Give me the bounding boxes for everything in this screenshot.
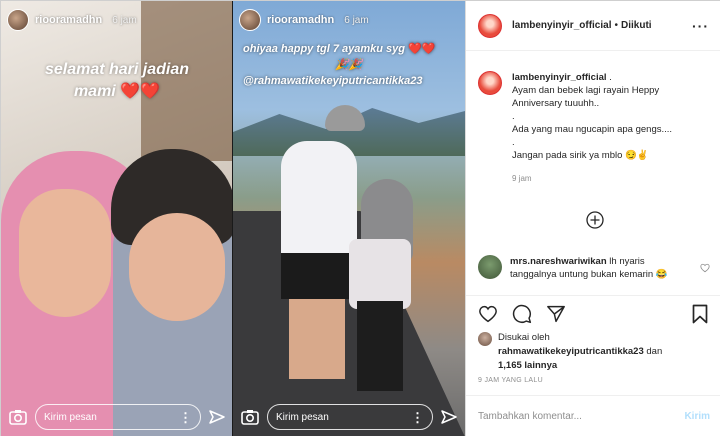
more-icon[interactable]: ⋮ xyxy=(179,411,192,424)
story-username[interactable]: riooramadhn xyxy=(267,14,334,26)
save-button[interactable] xyxy=(690,304,710,324)
send-icon xyxy=(441,410,457,424)
post-panel: lambenyinyir_official • Diikuti ··· lamb… xyxy=(465,1,720,436)
story-caption-line: selamat hari jadian xyxy=(44,61,190,78)
load-more-comments-button[interactable] xyxy=(586,211,604,229)
comment-icon xyxy=(512,304,532,323)
caption-first-line: lambenyinyir_official . xyxy=(512,71,672,84)
heart-icon xyxy=(700,263,710,273)
likes-user[interactable]: rahmawatikekeyiputricantikka23 xyxy=(498,346,644,357)
story-left[interactable]: riooramadhn 6 jam selamat hari jadian ma… xyxy=(1,1,233,436)
photo-woman-pants xyxy=(357,301,403,391)
avatar[interactable] xyxy=(478,255,502,279)
photo-man-shorts xyxy=(281,253,353,299)
comment-item: mrs.nareshwariwikan lh nyaris tanggalnya… xyxy=(478,255,710,289)
caption-line: Ayam dan bebek lagi rayain Heppy xyxy=(512,85,660,96)
caption-body: lambenyinyir_official . Ayam dan bebek l… xyxy=(512,71,672,185)
reply-input[interactable]: Kirim pesan ⋮ xyxy=(267,404,433,430)
caption-line: Ada yang mau ngucapin apa gengs.... xyxy=(512,124,673,135)
story-header: riooramadhn 6 jam xyxy=(7,9,137,31)
avatar[interactable] xyxy=(478,13,502,38)
caption-time: 9 jam xyxy=(512,174,532,183)
camera-button[interactable] xyxy=(239,406,261,428)
likes-count[interactable]: 1,165 lainnya xyxy=(498,360,557,371)
story-footer: Kirim pesan ⋮ xyxy=(1,403,233,431)
follow-button[interactable]: Diikuti xyxy=(621,20,652,31)
comment-button[interactable] xyxy=(512,304,532,324)
comment-username[interactable]: mrs.nareshwariwikan xyxy=(510,256,607,267)
avatar[interactable] xyxy=(478,71,502,95)
story-header: riooramadhn 6 jam xyxy=(239,9,369,31)
photo-man-hat xyxy=(325,105,365,131)
story-caption-text: mami xyxy=(73,83,116,100)
likes-summary: Disukai oleh rahmawatikekeyiputricantikk… xyxy=(478,331,710,373)
post-actions xyxy=(466,295,720,331)
post-username[interactable]: lambenyinyir_official xyxy=(512,20,611,31)
photo-woman-shirt xyxy=(349,239,411,309)
likes-and: dan xyxy=(646,346,663,357)
story-username[interactable]: riooramadhn xyxy=(35,14,102,26)
story-caption-line: ohiyaa happy tgl 7 ayamku syg ❤️❤️ xyxy=(243,41,435,57)
like-button[interactable] xyxy=(478,304,498,324)
story-time: 6 jam xyxy=(112,14,137,26)
photo-man-hoodie xyxy=(281,141,357,261)
share-button[interactable] xyxy=(546,304,566,324)
photo-person-face xyxy=(19,189,111,317)
plus-circle-icon xyxy=(586,211,604,229)
story-caption: selamat hari jadian mami ❤️❤️ xyxy=(1,59,233,103)
reply-placeholder: Kirim pesan xyxy=(44,411,97,423)
photo-person-face-2 xyxy=(129,213,225,321)
caption-line: . xyxy=(512,137,515,148)
caption-line: . xyxy=(512,111,515,122)
camera-button[interactable] xyxy=(7,406,29,428)
camera-icon xyxy=(241,410,259,425)
caption-line: Jangan pada sirik ya mblo 😏✌️ xyxy=(512,150,649,161)
reply-placeholder: Kirim pesan xyxy=(276,411,329,423)
separator-dot: • xyxy=(614,20,618,31)
bookmark-icon xyxy=(692,304,708,323)
post-caption: lambenyinyir_official . Ayam dan bebek l… xyxy=(466,51,720,185)
likes-text: Disukai oleh rahmawatikekeyiputricantikk… xyxy=(498,331,662,373)
photo-man-legs xyxy=(289,299,345,379)
avatar[interactable] xyxy=(7,9,29,31)
post-comment-button[interactable]: Kirim xyxy=(684,411,710,422)
comment-text: mrs.nareshwariwikan lh nyaris tanggalnya… xyxy=(510,255,690,289)
story-footer: Kirim pesan ⋮ xyxy=(233,403,465,431)
heart-emoji: ❤️❤️ xyxy=(408,43,436,55)
caption-text: . xyxy=(609,72,612,83)
story-caption-text: ohiyaa happy tgl 7 ayamku syg xyxy=(243,43,406,55)
screenshot-frame: riooramadhn 6 jam selamat hari jadian ma… xyxy=(0,0,720,436)
caption-line: Anniversary tuuuhh.. xyxy=(512,98,600,109)
likes-prefix: Disukai oleh xyxy=(498,332,550,343)
avatar[interactable] xyxy=(239,9,261,31)
comment-input[interactable] xyxy=(478,411,685,422)
send-icon xyxy=(209,410,225,424)
heart-emoji: ❤️❤️ xyxy=(120,83,161,100)
avatar[interactable] xyxy=(478,332,492,346)
reply-input[interactable]: Kirim pesan ⋮ xyxy=(35,404,201,430)
send-button[interactable] xyxy=(207,407,227,427)
story-mention[interactable]: @rahmawatikekeyiputricantikka23 xyxy=(243,73,435,89)
caption-username[interactable]: lambenyinyir_official xyxy=(512,72,607,83)
share-icon xyxy=(547,305,565,322)
heart-icon xyxy=(479,305,497,322)
post-date: 9 JAM YANG LALU xyxy=(478,377,543,384)
comment-like-button[interactable] xyxy=(700,263,710,275)
send-button[interactable] xyxy=(439,407,459,427)
more-icon[interactable]: ··· xyxy=(692,18,709,34)
comment-bar: Kirim xyxy=(466,395,720,436)
story-right[interactable]: riooramadhn 6 jam ohiyaa happy tgl 7 aya… xyxy=(233,1,465,436)
camera-icon xyxy=(9,410,27,425)
post-header: lambenyinyir_official • Diikuti ··· xyxy=(466,1,720,51)
story-caption-line-2: mami ❤️❤️ xyxy=(7,81,227,103)
more-icon[interactable]: ⋮ xyxy=(411,411,424,424)
story-caption: ohiyaa happy tgl 7 ayamku syg ❤️❤️ 🎉🎉 @r… xyxy=(243,41,435,89)
story-time: 6 jam xyxy=(344,14,369,26)
party-emoji: 🎉🎉 xyxy=(335,59,363,71)
